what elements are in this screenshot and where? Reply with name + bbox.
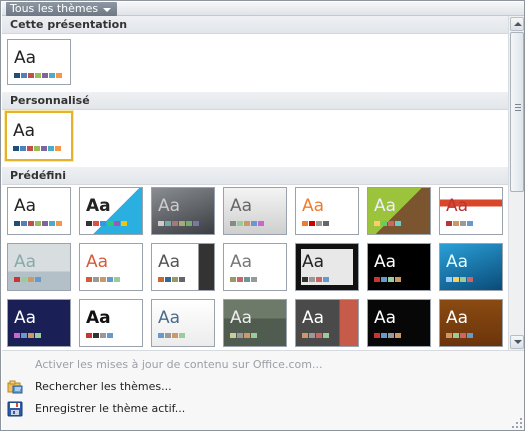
theme-thumb-austin[interactable]: Aa (295, 187, 359, 235)
theme-thumb-foundry[interactable]: Aa (295, 243, 359, 291)
resize-grip[interactable] (512, 418, 522, 428)
color-swatches (14, 277, 41, 282)
theme-sample-text: Aa (14, 196, 37, 216)
theme-filter-dropdown[interactable]: Tous les thèmes (6, 2, 118, 16)
color-swatches (302, 333, 329, 338)
color-swatches (14, 221, 62, 226)
gallery-menu: Activer les mises à jour de contenu sur … (2, 350, 524, 430)
theme-thumb-apex[interactable]: Aa (151, 187, 215, 235)
theme-sample-text: Aa (86, 308, 111, 328)
section-title: Personnalisé (10, 94, 90, 107)
theme-sample-text: Aa (14, 308, 37, 328)
arrow-down-icon (514, 340, 522, 344)
theme-sample-text: Aa (302, 196, 325, 216)
color-swatches (230, 333, 257, 338)
color-swatches (13, 146, 61, 151)
theme-sample-text: Aa (14, 252, 37, 272)
section-title: Prédéfini (10, 169, 67, 182)
theme-thumb-elemental[interactable]: Aa (79, 243, 143, 291)
theme-thumb-angles[interactable]: Aa (79, 187, 143, 235)
theme-thumb-office[interactable]: Aa (7, 187, 71, 235)
theme-sample-text: Aa (374, 196, 397, 216)
theme-sample-text: Aa (230, 252, 253, 272)
theme-sample-text: Aa (86, 196, 111, 216)
color-swatches (86, 333, 113, 338)
theme-filter-label: Tous les thèmes (10, 2, 99, 15)
vertical-scrollbar[interactable] (508, 16, 524, 350)
color-swatches (446, 333, 473, 338)
color-swatches (374, 277, 401, 282)
theme-thumb-median[interactable]: Aa (367, 187, 431, 235)
folder-open-icon (7, 379, 23, 395)
theme-sample-text: Aa (302, 252, 325, 272)
color-swatches (374, 333, 401, 338)
theme-thumb-concourse[interactable]: Aa (439, 187, 503, 235)
theme-thumb-opulent[interactable]: Aa (7, 299, 71, 347)
menu-item-label: Rechercher les thèmes... (35, 380, 172, 393)
menu-item-browse-themes[interactable]: Rechercher les thèmes... (2, 376, 524, 398)
theme-thumb-paper[interactable]: Aa (223, 299, 287, 347)
themes-gallery: Tous les thèmes Cette présentation Aa Pe… (0, 0, 525, 431)
menu-item-save-theme[interactable]: Enregistrer le thème actif... (2, 398, 524, 420)
color-swatches (14, 73, 62, 78)
theme-thumb-flow[interactable]: Aa (223, 243, 287, 291)
theme-thumb-civic[interactable]: Aa (7, 243, 71, 291)
theme-sample-text: Aa (374, 252, 397, 272)
chevron-down-icon (103, 7, 112, 12)
theme-thumb-equity[interactable]: Aa (151, 243, 215, 291)
menu-item-label: Enregistrer le thème actif... (35, 402, 186, 415)
theme-thumb-technic[interactable]: Aa (367, 299, 431, 347)
theme-thumb-solstice[interactable]: Aa (295, 299, 359, 347)
color-swatches (446, 277, 473, 282)
color-swatches (158, 221, 199, 226)
theme-sample-text: Aa (158, 308, 181, 328)
color-swatches (302, 221, 329, 226)
gallery-scroll-area: Cette présentation Aa Personnalisé Aa Pr… (2, 16, 508, 350)
theme-sample-text: Aa (13, 121, 36, 141)
scroll-down-button[interactable] (510, 335, 524, 349)
theme-thumb-oriel[interactable]: Aa (79, 299, 143, 347)
color-swatches (158, 333, 185, 338)
theme-thumb-current[interactable]: Aa (7, 39, 71, 85)
theme-sample-text: Aa (158, 252, 181, 272)
section-title: Cette présentation (10, 18, 128, 31)
theme-thumb-metro[interactable]: Aa (367, 243, 431, 291)
theme-sample-text: Aa (446, 196, 469, 216)
section-builtin: Prédéfini (2, 167, 508, 185)
section-this-presentation: Cette présentation (2, 16, 508, 34)
save-icon (7, 401, 23, 417)
theme-sample-text: Aa (86, 252, 109, 272)
theme-sample-text: Aa (158, 196, 181, 216)
gallery-header: Tous les thèmes (2, 2, 524, 16)
color-swatches (302, 277, 329, 282)
scroll-up-button[interactable] (510, 17, 524, 31)
color-swatches (86, 221, 127, 226)
theme-thumb-module[interactable]: Aa (439, 243, 503, 291)
color-swatches (446, 221, 473, 226)
section-custom: Personnalisé (2, 92, 508, 110)
color-swatches (14, 333, 41, 338)
theme-thumb-aspect[interactable]: Aa (223, 187, 287, 235)
menu-item-label: Activer les mises à jour de contenu sur … (35, 358, 323, 371)
color-swatches (158, 277, 185, 282)
theme-thumb-origin[interactable]: Aa (151, 299, 215, 347)
scrollbar-thumb[interactable] (510, 32, 524, 192)
theme-sample-text: Aa (374, 308, 397, 328)
theme-thumb-custom[interactable]: Aa (5, 111, 73, 161)
color-swatches (374, 221, 401, 226)
theme-sample-text: Aa (230, 196, 253, 216)
theme-thumb-trek[interactable]: Aa (439, 299, 503, 347)
theme-sample-text: Aa (446, 252, 469, 272)
color-swatches (86, 277, 120, 282)
theme-sample-text: Aa (230, 308, 253, 328)
color-swatches (230, 277, 257, 282)
menu-item-enable-updates[interactable]: Activer les mises à jour de contenu sur … (2, 354, 524, 376)
theme-sample-text: Aa (14, 48, 37, 68)
color-swatches (230, 221, 264, 226)
arrow-up-icon (514, 22, 522, 26)
theme-sample-text: Aa (302, 308, 325, 328)
theme-sample-text: Aa (446, 308, 469, 328)
